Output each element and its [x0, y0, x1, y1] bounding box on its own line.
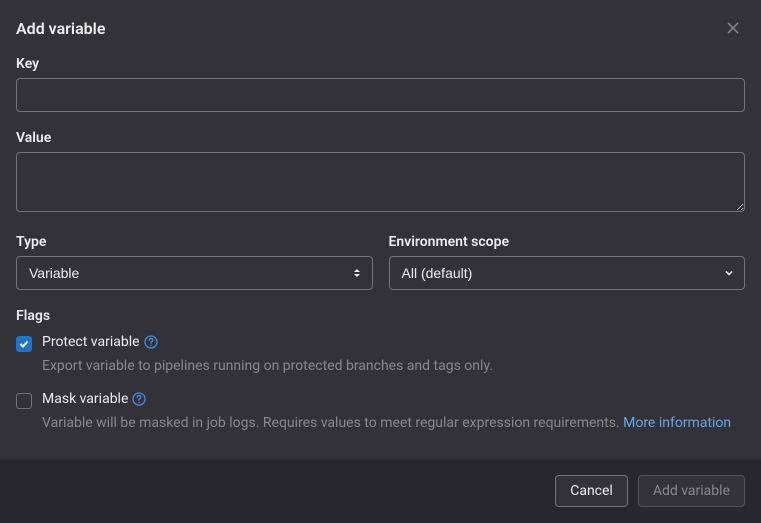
protect-row: Protect variable — [16, 334, 745, 352]
modal-title: Add variable — [16, 19, 105, 38]
key-label: Key — [16, 56, 745, 72]
add-variable-modal: Add variable Key Value Type Variable — [0, 0, 761, 523]
add-variable-button[interactable]: Add variable — [638, 475, 745, 507]
close-button[interactable] — [721, 16, 745, 40]
flags-title: Flags — [16, 308, 745, 324]
type-label: Type — [16, 234, 373, 250]
value-input[interactable] — [16, 152, 745, 212]
close-icon — [725, 20, 741, 36]
mask-checkbox[interactable] — [16, 393, 32, 409]
protect-checkbox[interactable] — [16, 336, 32, 352]
cancel-button[interactable]: Cancel — [555, 475, 628, 507]
mask-row: Mask variable — [16, 391, 745, 409]
check-icon — [18, 338, 30, 350]
env-group: Environment scope All (default) — [389, 234, 746, 290]
env-select[interactable]: All (default) — [389, 256, 746, 290]
mask-desc: Variable will be masked in job logs. Req… — [42, 413, 745, 434]
question-circle-icon[interactable] — [132, 392, 146, 406]
env-select-wrap: All (default) — [389, 256, 746, 290]
mask-label-line: Mask variable — [42, 391, 146, 407]
type-select-wrap: Variable — [16, 256, 373, 290]
value-group: Value — [16, 130, 745, 216]
modal-header: Add variable — [0, 0, 761, 56]
question-circle-icon[interactable] — [144, 335, 158, 349]
modal-body: Key Value Type Variable Environmen — [0, 56, 761, 459]
mask-desc-text: Variable will be masked in job logs. Req… — [42, 415, 623, 431]
more-info-link[interactable]: More information — [623, 415, 731, 431]
type-env-row: Type Variable Environment scope All (def… — [16, 234, 745, 290]
env-selected-value: All (default) — [402, 265, 473, 281]
protect-label: Protect variable — [42, 334, 140, 350]
flags-section: Flags Protect variable Export variable t… — [16, 308, 745, 434]
type-select[interactable]: Variable — [16, 256, 373, 290]
key-group: Key — [16, 56, 745, 112]
type-group: Type Variable — [16, 234, 373, 290]
type-selected-value: Variable — [29, 265, 79, 281]
env-label: Environment scope — [389, 234, 746, 250]
key-input[interactable] — [16, 78, 745, 112]
modal-footer: Cancel Add variable — [0, 459, 761, 523]
value-label: Value — [16, 130, 745, 146]
protect-desc: Export variable to pipelines running on … — [42, 356, 745, 377]
protect-label-line: Protect variable — [42, 334, 158, 350]
mask-label: Mask variable — [42, 391, 128, 407]
